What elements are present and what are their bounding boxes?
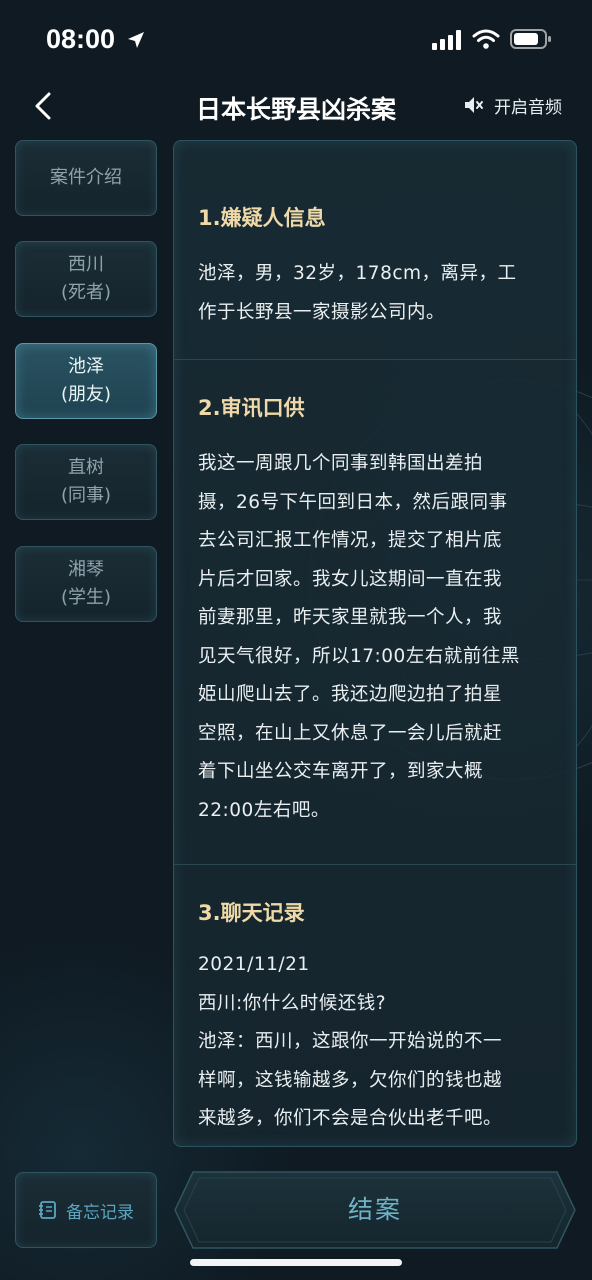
section-body: 池泽，男，32岁，178cm，离异，工 作于长野县一家摄影公司内。: [198, 255, 554, 332]
text-line: 空照，在山上又休息了一会儿后就赶: [198, 722, 503, 744]
cellular-signal-icon: [432, 30, 461, 50]
sidebar-item-role: (同事): [60, 485, 112, 506]
home-indicator[interactable]: [190, 1259, 402, 1266]
close-case-button[interactable]: 结案: [173, 1170, 577, 1250]
status-bar: 08:00: [0, 0, 592, 80]
text-line: 2021/11/21: [198, 954, 310, 975]
speaker-muted-icon: [465, 97, 483, 113]
audio-toggle-button[interactable]: 开启音频: [462, 92, 562, 118]
text-line: 姫山爬山去了。我还边爬边拍了拍星: [198, 684, 503, 705]
sidebar-item-case-intro[interactable]: 案件介绍: [15, 140, 157, 216]
text-line: 22:00左右吧。: [198, 799, 330, 821]
sidebar-item-name: 西川: [68, 254, 104, 275]
text-line: 摄，26号下午回到日本，然后跟同事: [198, 491, 508, 513]
sidebar-item-naoki[interactable]: 直树 (同事): [15, 444, 157, 520]
sidebar-item-role: (学生): [60, 587, 112, 608]
text-line: 作于长野县一家摄影公司内。: [198, 301, 446, 323]
battery-icon: [510, 29, 551, 49]
text-line: 片后才回家。我女儿这期间一直在我: [198, 568, 503, 590]
section-body: 我这一周跟几个同事到韩国出差拍 摄，26号下午回到日本，然后跟同事 去公司汇报工…: [198, 445, 554, 830]
text-line: 前妻那里，昨天家里就我一个人，我: [198, 607, 503, 628]
sidebar-item-role: (死者): [60, 282, 112, 303]
text-line: 去公司汇报工作情况，提交了相片底: [198, 530, 503, 551]
notebook-icon: [39, 1201, 56, 1219]
section-interrogation: 2.审讯口供 我这一周跟几个同事到韩国出差拍 摄，26号下午回到日本，然后跟同事…: [174, 393, 576, 830]
section-body: 2021/11/21 西川:你什么时候还钱? 池泽：西川，这跟你一开始说的不一 …: [198, 946, 554, 1139]
location-arrow-icon: [128, 32, 144, 48]
text-line: 池泽，男，32岁，178cm，离异，工: [198, 263, 517, 284]
text-line: 来越多，你们不会是合伙出老千吧。: [198, 1108, 503, 1129]
text-line: 样啊，这钱输越多，欠你们的钱也越: [198, 1069, 503, 1091]
close-case-label: 结案: [347, 1195, 402, 1224]
sidebar-item-chize[interactable]: 池泽 (朋友): [15, 343, 157, 419]
section-title: 1.嫌疑人信息: [198, 206, 326, 230]
sidebar-item-name: 湘琴: [68, 559, 104, 580]
sidebar-item-xiangqin[interactable]: 湘琴 (学生): [15, 546, 157, 622]
section-suspect-info: 1.嫌疑人信息 池泽，男，32岁，178cm，离异，工 作于长野县一家摄影公司内…: [174, 203, 576, 332]
sidebar-item-name: 池泽: [68, 356, 104, 377]
sidebar-item-label: 案件介绍: [50, 167, 122, 188]
section-divider: [174, 864, 576, 865]
header: 日本长野县凶杀案 开启音频: [0, 80, 592, 132]
case-detail-panel[interactable]: 1.嫌疑人信息 池泽，男，32岁，178cm，离异，工 作于长野县一家摄影公司内…: [173, 140, 577, 1147]
audio-toggle-label: 开启音频: [494, 97, 562, 118]
section-title: 3.聊天记录: [198, 901, 305, 925]
status-time: 08:00: [46, 24, 116, 54]
memo-button-label: 备忘记录: [66, 1202, 134, 1223]
text-line: 见天气很好，所以17:00左右就前往黑: [198, 645, 520, 667]
text-line: 我这一周跟几个同事到韩国出差拍: [198, 453, 484, 474]
sidebar-item-xichuan[interactable]: 西川 (死者): [15, 241, 157, 317]
section-title: 2.审讯口供: [198, 396, 305, 420]
text-line: 池泽：西川，这跟你一开始说的不一: [198, 1031, 503, 1052]
wifi-icon: [472, 29, 500, 49]
sidebar-item-role: (朋友): [60, 384, 112, 405]
text-line: 西川:你什么时候还钱?: [198, 992, 387, 1014]
section-divider: [174, 359, 576, 360]
memo-button[interactable]: 备忘记录: [15, 1172, 157, 1248]
section-chat-log: 3.聊天记录 2021/11/21 西川:你什么时候还钱? 池泽：西川，这跟你一…: [174, 898, 576, 1139]
sidebar-item-name: 直树: [68, 457, 104, 478]
text-line: 着下山坐公交车离开了，到家大概: [198, 761, 484, 782]
